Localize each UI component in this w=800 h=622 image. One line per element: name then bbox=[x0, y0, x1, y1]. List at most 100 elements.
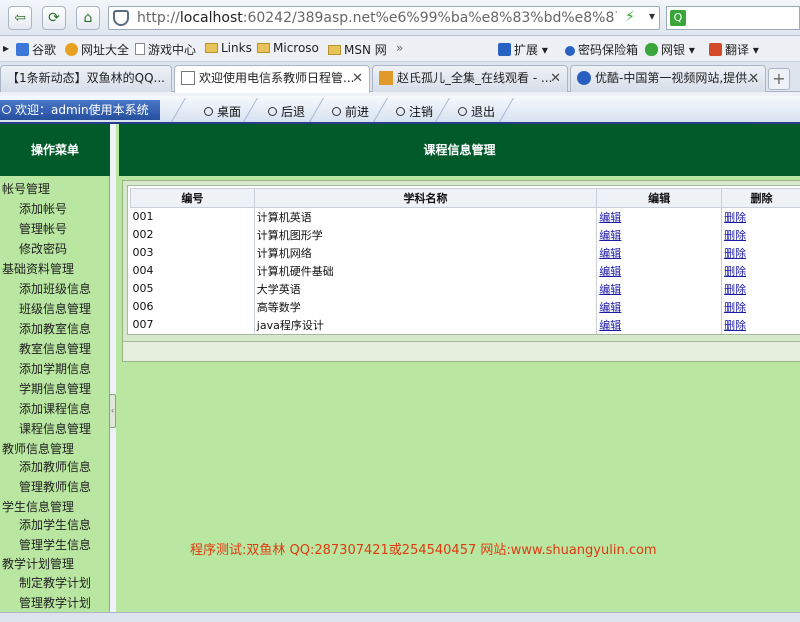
cell-subject: 大学英语 bbox=[254, 279, 598, 298]
tab-youku[interactable]: 优酷-中国第一视频网站,提供... ✕ bbox=[570, 65, 766, 92]
edit-link[interactable]: 编辑 bbox=[599, 247, 621, 260]
lightning-icon[interactable]: ⚡ bbox=[625, 9, 635, 25]
extensions-button[interactable]: 扩展 ▾ bbox=[498, 41, 548, 58]
tab-bar: 【1条新动态】双鱼林的QQ... 欢迎使用电信系教师日程管... ✕ 赵氏孤儿_全… bbox=[0, 62, 800, 93]
tab-soku[interactable]: 赵氏孤儿_全集_在线观看 - ... ✕ bbox=[372, 65, 568, 92]
edit-link[interactable]: 编辑 bbox=[599, 301, 621, 314]
delete-link[interactable]: 删除 bbox=[724, 211, 746, 224]
cell-edit: 编辑 bbox=[596, 243, 723, 262]
edit-link[interactable]: 编辑 bbox=[599, 229, 621, 242]
menu-item-add-student[interactable]: 添加学生信息 bbox=[19, 516, 91, 533]
password-safe-button[interactable]: 密码保险箱 bbox=[565, 41, 638, 58]
menu-category-teacher[interactable]: 教师信息管理 bbox=[2, 440, 74, 457]
close-icon[interactable]: ✕ bbox=[550, 66, 561, 91]
nav-logout[interactable]: 注销 bbox=[396, 103, 433, 120]
cell-delete: 删除 bbox=[721, 279, 800, 298]
edit-link[interactable]: 编辑 bbox=[599, 265, 621, 278]
sidebar-title: 操作菜单 bbox=[0, 124, 110, 176]
menu-item-manage-class[interactable]: 班级信息管理 bbox=[19, 300, 91, 317]
menu-item-add-class[interactable]: 添加班级信息 bbox=[19, 280, 91, 297]
url-text[interactable]: http://localhost:60242/389asp.net%e6%99%… bbox=[137, 10, 617, 26]
nav-label: 前进 bbox=[345, 105, 370, 119]
chevron-down-icon[interactable]: ▾ bbox=[649, 9, 655, 23]
nav-label: 注销 bbox=[409, 105, 434, 119]
menu-item-manage-account[interactable]: 管理帐号 bbox=[19, 220, 67, 237]
cell-edit: 编辑 bbox=[596, 207, 723, 226]
bookmark-hao[interactable]: 网址大全 bbox=[65, 41, 129, 58]
edit-link[interactable]: 编辑 bbox=[599, 283, 621, 296]
search-icon[interactable]: Q bbox=[670, 10, 686, 26]
sidebar-collapse-handle[interactable]: ‹ bbox=[109, 394, 116, 428]
menu-category-teaching-plan[interactable]: 教学计划管理 bbox=[2, 555, 74, 572]
bookmark-microsoft[interactable]: Microso bbox=[257, 41, 319, 55]
tab-label: 欢迎使用电信系教师日程管... bbox=[199, 71, 355, 85]
bookmark-msn[interactable]: MSN 网 bbox=[328, 41, 387, 58]
home-icon: ⌂ bbox=[83, 10, 93, 26]
back-button[interactable]: ⇦ bbox=[8, 6, 32, 30]
user-icon bbox=[2, 105, 11, 114]
delete-link[interactable]: 删除 bbox=[724, 301, 746, 314]
nav-back[interactable]: 后退 bbox=[268, 103, 305, 120]
cell-delete: 删除 bbox=[721, 207, 800, 226]
bookmark-label: 游戏中心 bbox=[148, 43, 197, 57]
bookmark-links[interactable]: Links bbox=[205, 41, 252, 55]
cell-id: 006 bbox=[130, 297, 255, 316]
bookmarks-overflow[interactable]: » bbox=[396, 41, 403, 55]
course-panel: 编号 学科名称 编辑 删除 001 计算机英语 编辑 删除 002 计算机图形学 编辑 删除… bbox=[122, 180, 800, 362]
menu-item-manage-term[interactable]: 学期信息管理 bbox=[19, 380, 91, 397]
circle-icon bbox=[268, 107, 277, 116]
delete-link[interactable]: 删除 bbox=[724, 229, 746, 242]
menu-item-create-plan[interactable]: 制定教学计划 bbox=[19, 574, 91, 591]
refresh-button[interactable]: ⟳ bbox=[42, 6, 66, 30]
menu-category-basic-data[interactable]: 基础资料管理 bbox=[2, 260, 74, 277]
menu-item-change-password[interactable]: 修改密码 bbox=[19, 240, 67, 257]
cell-edit: 编辑 bbox=[596, 225, 723, 244]
menu-item-add-classroom[interactable]: 添加教室信息 bbox=[19, 320, 91, 337]
menu-item-add-term[interactable]: 添加学期信息 bbox=[19, 360, 91, 377]
cell-id: 007 bbox=[130, 315, 255, 334]
nav-label: 退出 bbox=[471, 105, 496, 119]
tab-schedule[interactable]: 欢迎使用电信系教师日程管... ✕ bbox=[174, 65, 370, 93]
nav-separator bbox=[435, 98, 450, 122]
cell-subject: 计算机硬件基础 bbox=[254, 261, 598, 280]
menu-item-manage-course[interactable]: 课程信息管理 bbox=[19, 420, 91, 437]
address-bar[interactable]: http://localhost:60242/389asp.net%e6%99%… bbox=[108, 6, 660, 30]
menu-item-manage-classroom[interactable]: 教室信息管理 bbox=[19, 340, 91, 357]
menu-item-add-course[interactable]: 添加课程信息 bbox=[19, 400, 91, 417]
edit-link[interactable]: 编辑 bbox=[599, 211, 621, 224]
menu-category-student[interactable]: 学生信息管理 bbox=[2, 498, 74, 515]
delete-link[interactable]: 删除 bbox=[724, 283, 746, 296]
cell-edit: 编辑 bbox=[596, 261, 723, 280]
menu-item-add-account[interactable]: 添加帐号 bbox=[19, 200, 67, 217]
delete-link[interactable]: 删除 bbox=[724, 247, 746, 260]
new-tab-button[interactable]: + bbox=[768, 68, 790, 90]
search-box[interactable]: Q bbox=[666, 6, 800, 30]
close-icon[interactable]: ✕ bbox=[748, 66, 759, 91]
menu-category-account[interactable]: 帐号管理 bbox=[2, 180, 50, 197]
nav-exit[interactable]: 退出 bbox=[458, 103, 495, 120]
table-row: 003 计算机网络 编辑 删除 bbox=[130, 243, 800, 262]
table-row: 001 计算机英语 编辑 删除 bbox=[130, 207, 800, 226]
panel-footer bbox=[123, 341, 800, 361]
nav-desktop[interactable]: 桌面 bbox=[204, 103, 241, 120]
delete-link[interactable]: 删除 bbox=[724, 265, 746, 278]
circle-icon bbox=[458, 107, 467, 116]
ebank-button[interactable]: 网银 ▾ bbox=[645, 41, 695, 58]
menu-item-add-teacher[interactable]: 添加教师信息 bbox=[19, 458, 91, 475]
cell-subject: java程序设计 bbox=[254, 315, 598, 334]
home-button[interactable]: ⌂ bbox=[76, 6, 100, 30]
edit-link[interactable]: 编辑 bbox=[599, 319, 621, 332]
delete-link[interactable]: 删除 bbox=[724, 319, 746, 332]
course-table-container: 编号 学科名称 编辑 删除 001 计算机英语 编辑 删除 002 计算机图形学 编辑 删除… bbox=[127, 185, 800, 335]
bookmark-google[interactable]: 谷歌 bbox=[16, 41, 56, 58]
close-icon[interactable]: ✕ bbox=[352, 66, 363, 91]
translate-button[interactable]: 翻译 ▾ bbox=[709, 41, 759, 58]
tab-qq[interactable]: 【1条新动态】双鱼林的QQ... bbox=[0, 65, 172, 92]
menu-item-manage-teacher[interactable]: 管理教师信息 bbox=[19, 478, 91, 495]
bookmark-games[interactable]: 游戏中心 bbox=[135, 41, 196, 58]
nav-forward[interactable]: 前进 bbox=[332, 103, 369, 120]
bookmarks-bar: ▸ 谷歌 网址大全 游戏中心 Links Microso MSN 网 » 扩展 … bbox=[0, 36, 800, 62]
menu-item-manage-plan[interactable]: 管理教学计划 bbox=[19, 594, 91, 611]
nav-separator bbox=[499, 98, 514, 122]
menu-item-manage-student[interactable]: 管理学生信息 bbox=[19, 536, 91, 553]
